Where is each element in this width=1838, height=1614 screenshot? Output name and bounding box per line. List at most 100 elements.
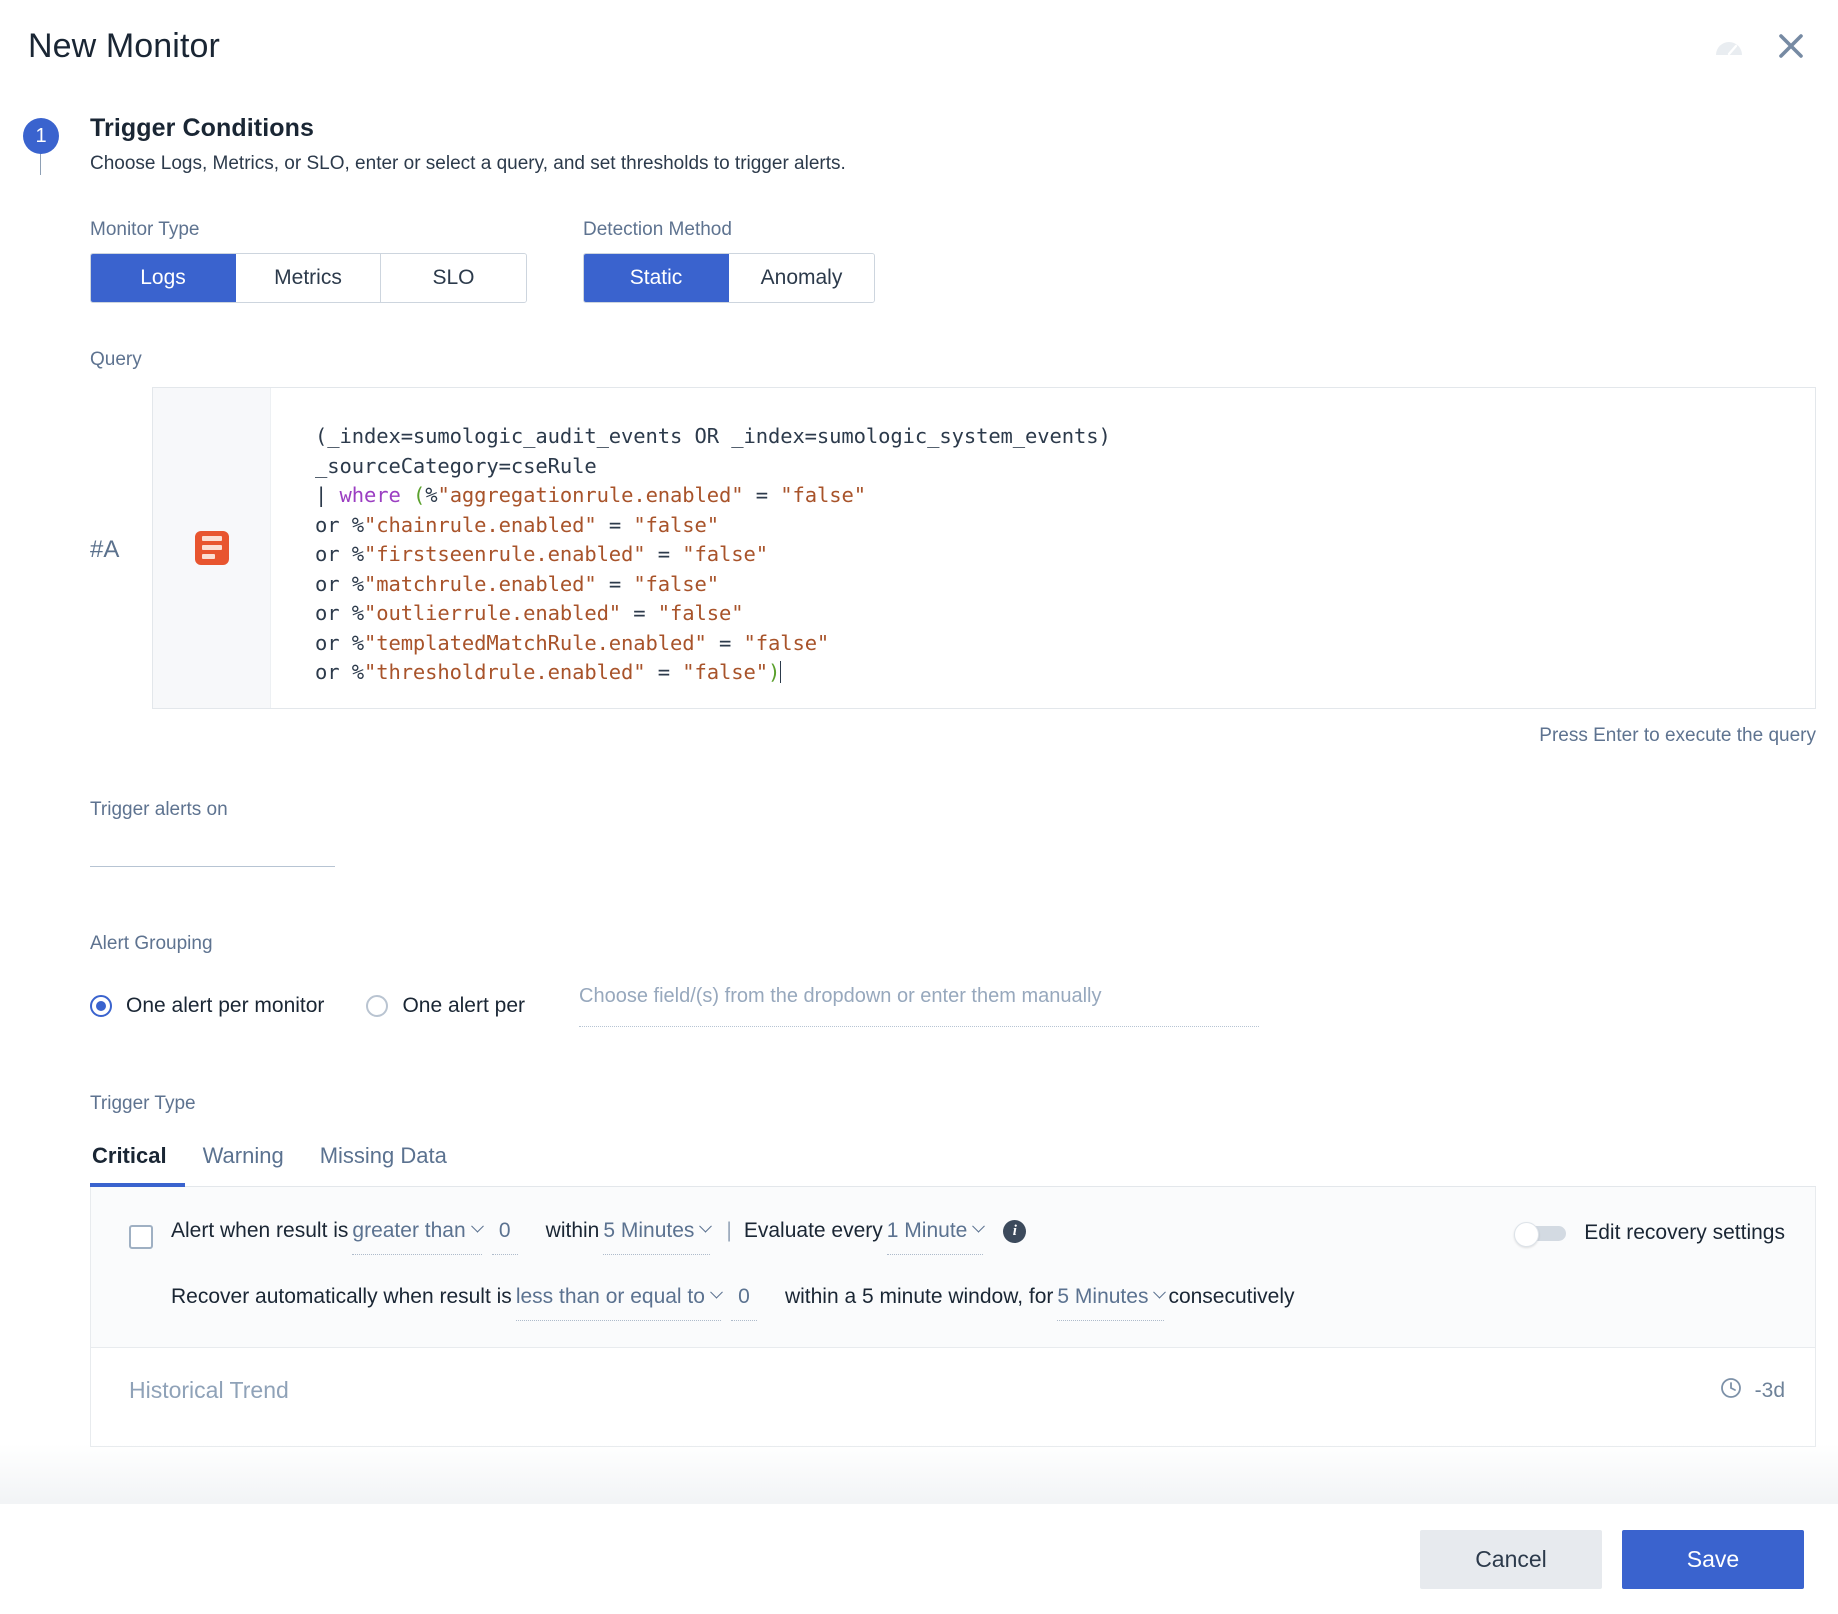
alert-grouping-field-input[interactable]: Choose field/(s) from the dropdown or en… [579, 985, 1259, 1027]
radio-label-one-alert-per[interactable]: One alert per [402, 994, 525, 1018]
cancel-button[interactable]: Cancel [1420, 1530, 1602, 1589]
clock-icon [1719, 1376, 1743, 1406]
monitor-type-group: Monitor Type Logs Metrics SLO [90, 219, 527, 303]
alert-grouping-section: Alert Grouping One alert per monitor One… [0, 933, 1838, 1027]
text-caret [780, 661, 781, 683]
evaluate-every-value: 1 Minute [887, 1219, 968, 1243]
trigger-condition-panel: Alert when result is greater than 0 with… [90, 1187, 1816, 1348]
type-and-method-section: Monitor Type Logs Metrics SLO Detection … [0, 219, 1838, 303]
recovery-suffix: consecutively [1168, 1285, 1294, 1320]
dialog-body: 1 Trigger Conditions Choose Logs, Metric… [0, 92, 1838, 1504]
trigger-type-tabs: Critical Warning Missing Data [90, 1137, 1816, 1187]
alert-grouping-label: Alert Grouping [90, 933, 1838, 955]
detection-method-option-static[interactable]: Static [584, 254, 729, 302]
step-trigger-conditions: 1 Trigger Conditions Choose Logs, Metric… [0, 92, 1838, 175]
alert-within-value: 5 Minutes [603, 1219, 694, 1243]
query-gutter [153, 388, 271, 708]
monitor-type-option-logs[interactable]: Logs [91, 254, 236, 302]
alert-operator-value: greater than [352, 1219, 465, 1243]
step-number-badge: 1 [23, 118, 59, 154]
query-line-7: or %"outlierrule.enabled" = "false" [315, 601, 744, 625]
alert-within-label: within [546, 1219, 600, 1254]
chevron-down-icon [710, 1286, 723, 1299]
toggle-knob [1514, 1222, 1539, 1247]
alert-operator-dropdown[interactable]: greater than [352, 1219, 481, 1255]
query-execute-hint: Press Enter to execute the query [90, 725, 1838, 747]
scroll-fade [0, 1444, 1838, 1504]
detection-method-group: Detection Method Static Anomaly [583, 219, 875, 303]
radio-label-one-alert-per-monitor[interactable]: One alert per monitor [126, 994, 324, 1018]
query-line-9: or %"thresholdrule.enabled" = "false") [315, 660, 781, 684]
logs-source-icon [195, 531, 229, 565]
page-title: New Monitor [28, 27, 220, 66]
query-line-5: or %"firstseenrule.enabled" = "false" [315, 542, 768, 566]
radio-one-alert-per[interactable] [366, 995, 388, 1017]
condition-separator: | [726, 1219, 731, 1254]
alert-threshold-input[interactable]: 0 [492, 1219, 518, 1255]
tab-critical[interactable]: Critical [90, 1137, 185, 1187]
gauge-icon[interactable] [1714, 34, 1744, 58]
edit-recovery-toggle-label: Edit recovery settings [1584, 1221, 1785, 1245]
alert-condition-row: Alert when result is greater than 0 with… [129, 1219, 1785, 1255]
query-code[interactable]: (_index=sumologic_audit_events OR _index… [271, 388, 1815, 708]
historical-trend-range: -3d [1755, 1379, 1785, 1403]
titlebar-actions [1714, 33, 1804, 59]
chevron-down-icon [471, 1220, 484, 1233]
query-line-6: or %"matchrule.enabled" = "false" [315, 572, 719, 596]
tab-missing-data[interactable]: Missing Data [302, 1137, 465, 1187]
chevron-down-icon [700, 1220, 713, 1233]
step-title: Trigger Conditions [90, 114, 1838, 143]
close-icon[interactable] [1778, 33, 1804, 59]
historical-trend-range-picker[interactable]: -3d [1719, 1376, 1785, 1406]
query-line-1: (_index=sumologic_audit_events OR _index… [315, 424, 1111, 448]
historical-trend-title: Historical Trend [129, 1377, 289, 1404]
query-line-3: | where (%"aggregationrule.enabled" = "f… [315, 483, 866, 507]
chevron-down-icon [972, 1220, 985, 1233]
trigger-alerts-on-label: Trigger alerts on [90, 799, 1838, 821]
query-line-4: or %"chainrule.enabled" = "false" [315, 513, 719, 537]
monitor-type-option-slo[interactable]: SLO [381, 254, 526, 302]
dialog-footer: Cancel Save [0, 1504, 1838, 1614]
query-editor[interactable]: (_index=sumologic_audit_events OR _index… [152, 387, 1816, 709]
trigger-type-label: Trigger Type [90, 1093, 1816, 1115]
query-line-2: _sourceCategory=cseRule [315, 454, 597, 478]
info-icon[interactable]: i [1003, 1220, 1026, 1243]
recovery-condition-row: Recover automatically when result is les… [129, 1285, 1785, 1321]
recovery-threshold-input[interactable]: 0 [731, 1285, 757, 1321]
new-monitor-dialog: New Monitor 1 Trigger Conditions Choose … [0, 0, 1838, 1614]
detection-method-option-anomaly[interactable]: Anomaly [729, 254, 874, 302]
query-section: Query #A (_index=sumologic_audit_events … [0, 349, 1838, 747]
recovery-operator-value: less than or equal to [516, 1285, 705, 1309]
chevron-down-icon [1154, 1286, 1167, 1299]
dialog-titlebar: New Monitor [0, 0, 1838, 92]
evaluate-every-label: Evaluate every [744, 1219, 883, 1254]
recovery-duration-dropdown[interactable]: 5 Minutes [1057, 1285, 1164, 1321]
alert-condition-checkbox[interactable] [129, 1225, 153, 1249]
alert-within-dropdown[interactable]: 5 Minutes [603, 1219, 710, 1255]
save-button[interactable]: Save [1622, 1530, 1804, 1589]
alert-grouping-options: One alert per monitor One alert per Choo… [90, 985, 1838, 1027]
recovery-middle-text: within a 5 minute window, for [785, 1285, 1053, 1320]
step-subtitle: Choose Logs, Metrics, or SLO, enter or s… [90, 153, 1838, 175]
step-connector-line [40, 152, 41, 175]
recovery-prefix: Recover automatically when result is [171, 1285, 512, 1320]
trigger-alerts-on-input[interactable] [90, 833, 335, 867]
detection-method-segmented[interactable]: Static Anomaly [583, 253, 875, 303]
query-label: Query [90, 349, 1838, 371]
alert-condition-prefix: Alert when result is [171, 1219, 348, 1254]
edit-recovery-toggle[interactable] [1514, 1222, 1566, 1244]
radio-one-alert-per-monitor[interactable] [90, 995, 112, 1017]
trigger-alerts-on-section: Trigger alerts on [0, 799, 1838, 867]
recovery-operator-dropdown[interactable]: less than or equal to [516, 1285, 721, 1321]
recovery-duration-value: 5 Minutes [1057, 1285, 1148, 1309]
segmented-controls-row: Monitor Type Logs Metrics SLO Detection … [90, 219, 1838, 303]
monitor-type-option-metrics[interactable]: Metrics [236, 254, 381, 302]
evaluate-every-dropdown[interactable]: 1 Minute [887, 1219, 984, 1255]
query-row: #A (_index=sumologic_audit_events OR _in… [90, 387, 1838, 709]
tab-warning[interactable]: Warning [185, 1137, 302, 1187]
historical-trend-panel: Historical Trend -3d [90, 1348, 1816, 1447]
monitor-type-segmented[interactable]: Logs Metrics SLO [90, 253, 527, 303]
query-row-id: #A [90, 387, 152, 709]
edit-recovery-toggle-group: Edit recovery settings [1514, 1221, 1785, 1253]
query-line-8: or %"templatedMatchRule.enabled" = "fals… [315, 631, 829, 655]
